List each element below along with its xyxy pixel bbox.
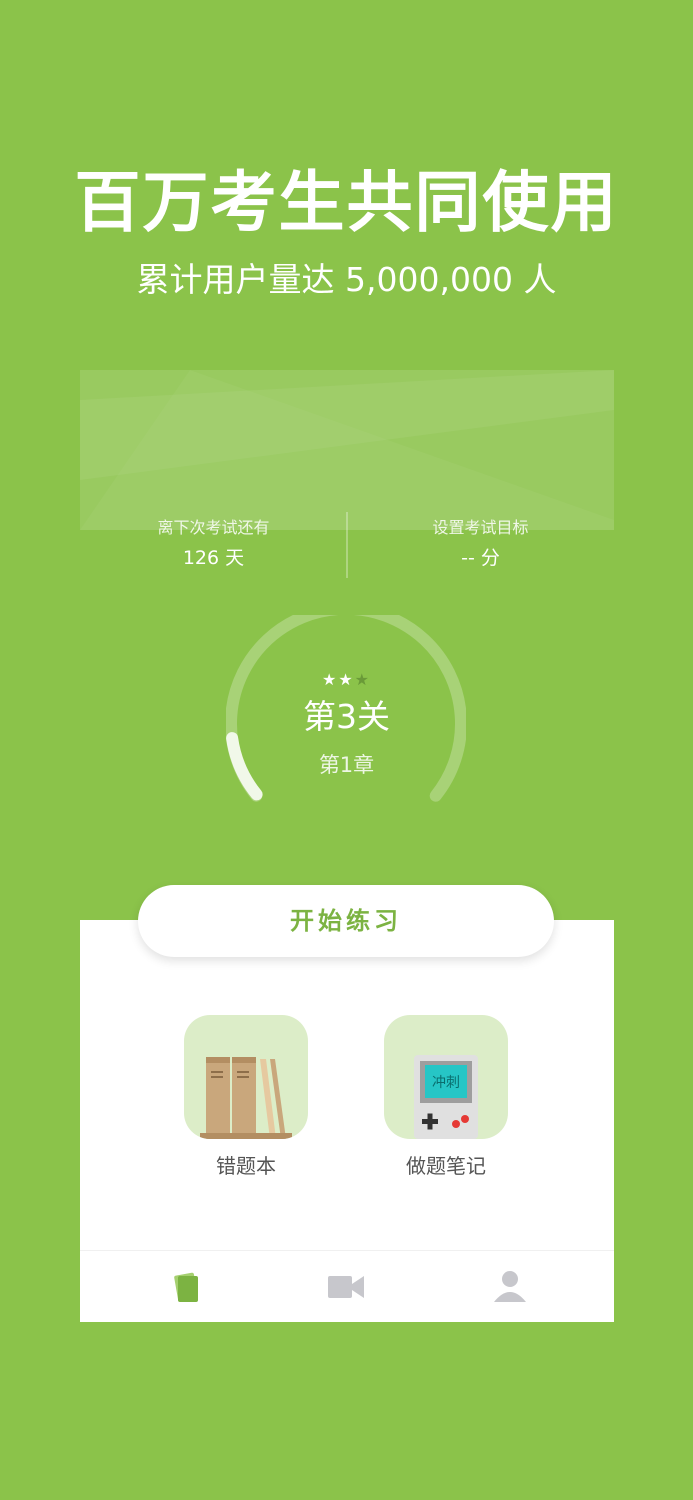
- tabbar-divider: [80, 1250, 614, 1251]
- promo-subline: 累计用户量达 5,000,000 人: [136, 260, 557, 299]
- exam-goal-label: 设置考试目标: [432, 518, 529, 537]
- start-practice-button[interactable]: 开始练习: [138, 885, 554, 957]
- video-camera-icon: [328, 1276, 364, 1298]
- study-notes-tile[interactable]: 冲刺 做题笔记: [366, 1015, 526, 1181]
- action-card: [80, 920, 614, 1322]
- countdown-value: 126 天: [182, 547, 245, 569]
- exam-goal-stat[interactable]: 设置考试目标 -- 分: [347, 515, 614, 575]
- tab-videos[interactable]: [326, 1266, 366, 1306]
- unearned-star: ★: [354, 670, 372, 689]
- exam-goal-value: -- 分: [461, 547, 500, 569]
- earned-stars: ★★: [321, 670, 355, 689]
- mistake-book-tile[interactable]: 错题本: [166, 1015, 326, 1181]
- level-title: 第3关: [303, 697, 390, 736]
- countdown-stat[interactable]: 离下次考试还有 126 天: [80, 515, 347, 575]
- user-icon: [494, 1271, 526, 1302]
- stats-divider: [346, 512, 348, 578]
- gameboy-screen-text: 冲刺: [432, 1075, 460, 1091]
- cards-icon: [174, 1272, 198, 1302]
- bookshelf-icon: [184, 1015, 308, 1139]
- chapter-label: 第1章: [318, 753, 375, 777]
- study-notes-label: 做题笔记: [406, 1154, 486, 1178]
- promo-headline: 百万考生共同使用: [74, 164, 619, 241]
- gameboy-icon: 冲刺: [384, 1015, 508, 1139]
- mistake-book-label: 错题本: [216, 1154, 276, 1178]
- countdown-label: 离下次考试还有: [157, 518, 270, 537]
- tab-practice[interactable]: [166, 1266, 206, 1306]
- level-stars: ★★★: [0, 670, 693, 690]
- tab-profile[interactable]: [490, 1266, 530, 1306]
